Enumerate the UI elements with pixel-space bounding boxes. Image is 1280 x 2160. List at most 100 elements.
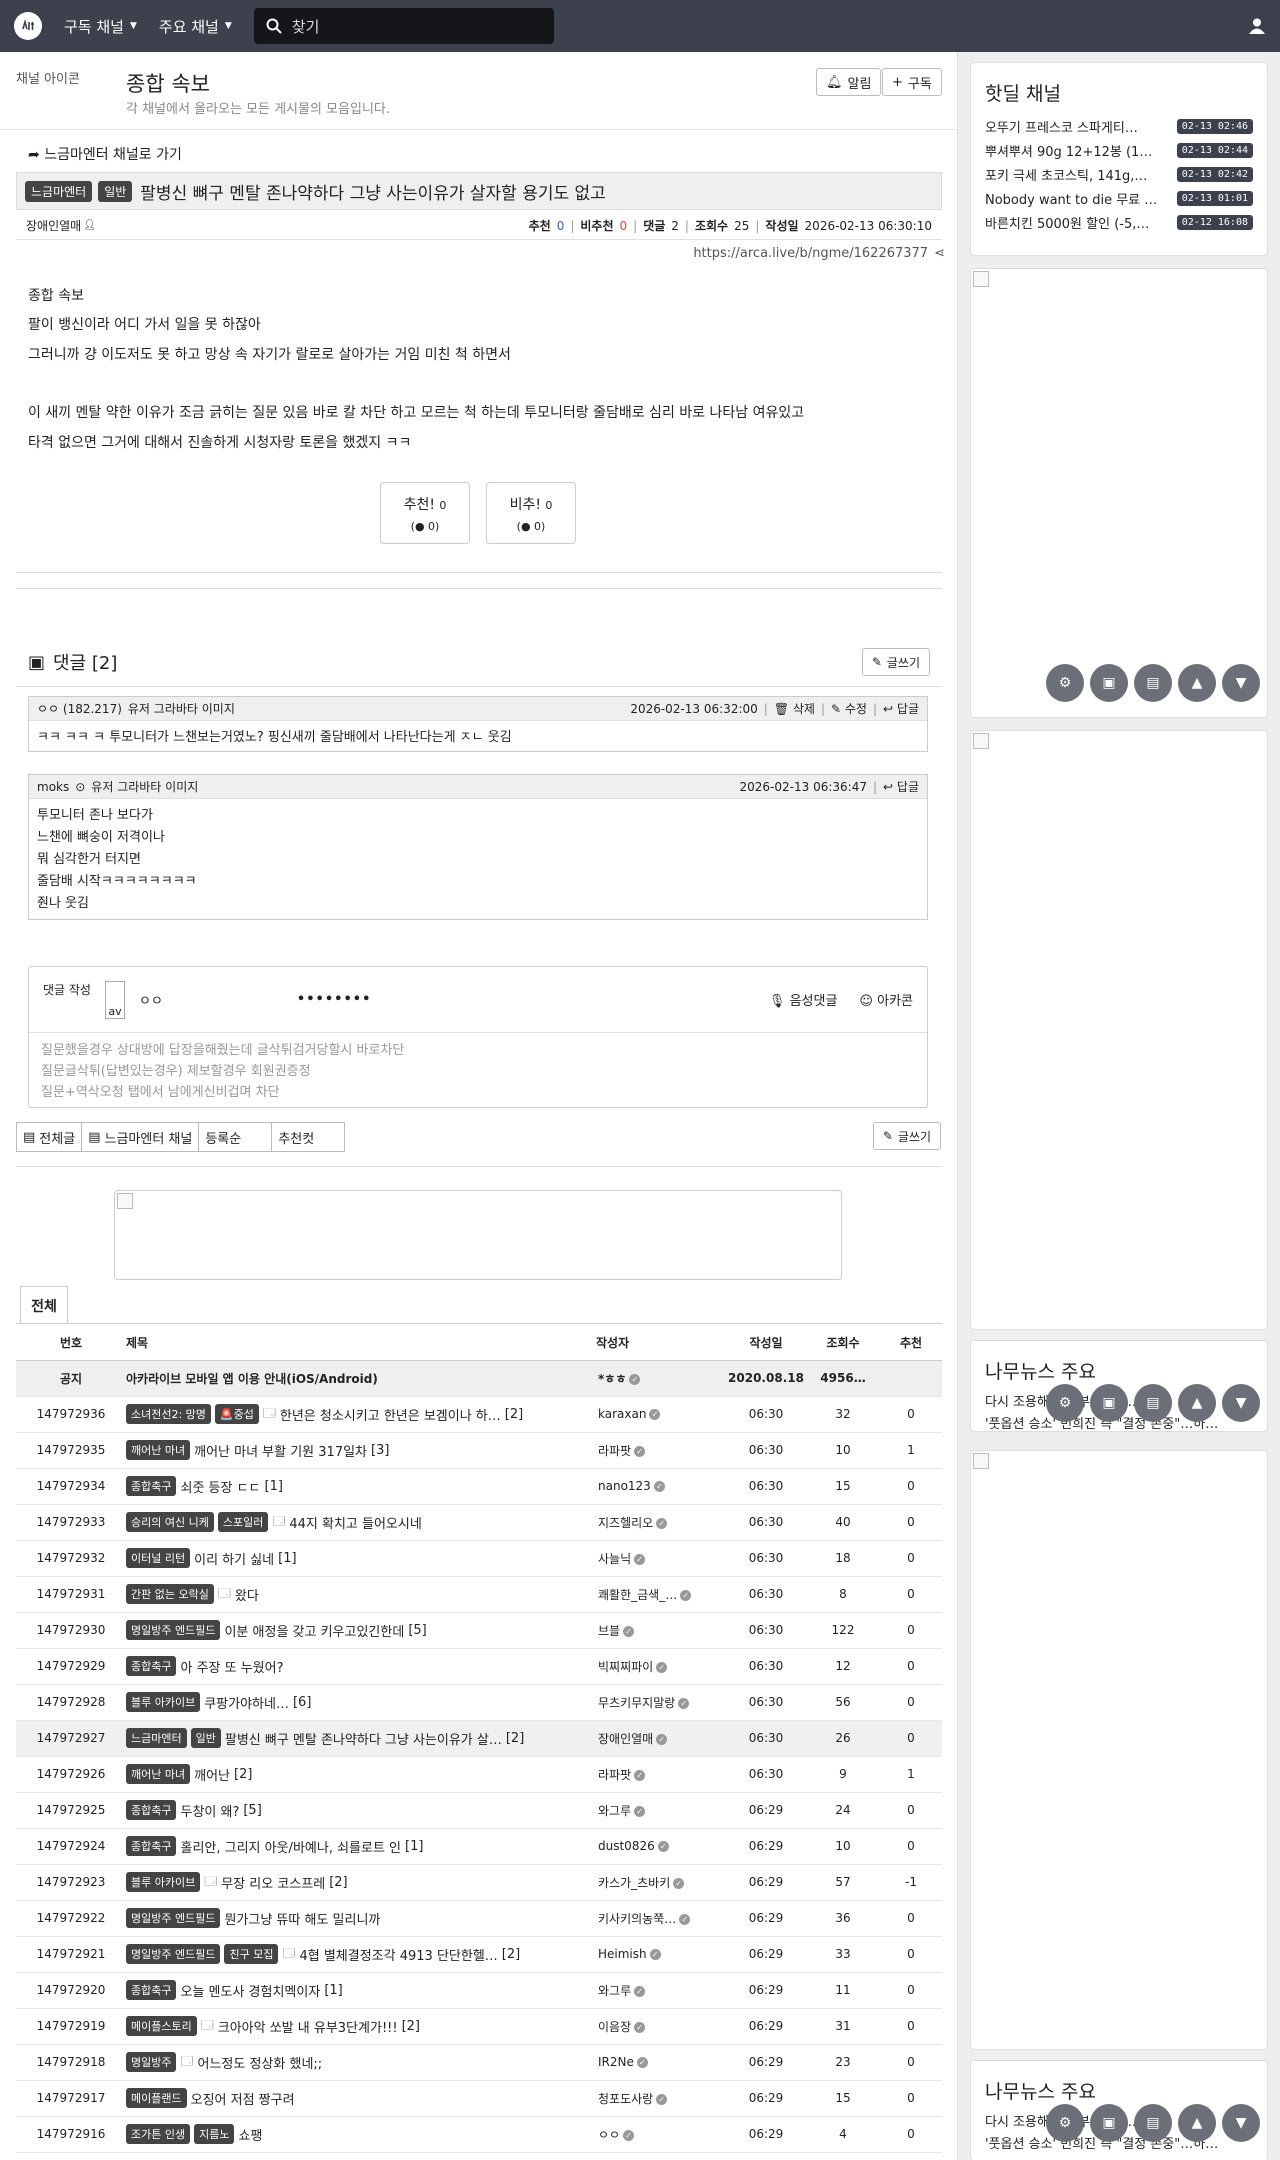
table-row[interactable]: 147972915두근두근타운정보 / 팁26.02.13 형광석 4번, 참나… [16, 2152, 942, 2160]
hotdeal-item[interactable]: Nobody want to die 무료 … 02-13 01:01 [971, 186, 1267, 210]
row-author[interactable]: 라파팟 ✓ [596, 1756, 726, 1793]
table-row[interactable]: 147972923 블루 아카이브 🗔︎ 무장 리오 코스프레 [2] 카스가_츠바키 ✓ 0… [16, 1864, 942, 1901]
row-category-tag[interactable]: 종합축구 [126, 1980, 177, 2000]
settings-button[interactable]: ⚙ [1046, 664, 1084, 702]
row-title-cell[interactable]: 종합축구 오늘 멘도사 경험치멕이자 [1] [126, 1972, 596, 2009]
list-jump-button[interactable]: ▤ [1134, 664, 1172, 702]
voice-comment-button[interactable]: 🎙︎ 음성댓글 [769, 990, 838, 1009]
row-title-cell[interactable]: 깨어난 마녀 깨어난 마녀 부활 기원 317일차 [3] [126, 1432, 596, 1469]
row-author[interactable]: 장애인열매 ✓ [596, 1720, 726, 1757]
row-author[interactable]: 지즈헬리오 ✓ [596, 1504, 726, 1541]
table-row[interactable]: 147972934 종합축구 쇠줏 등장 ㄷㄷ [1] nano123 ✓ 06:30 15 0 [16, 1468, 942, 1505]
row-author[interactable]: karaxan ✓ [596, 1396, 726, 1433]
list-jump-button[interactable]: ▤ [1134, 1384, 1172, 1422]
row-title-cell[interactable]: 종합축구 아 주장 또 누웠어? [126, 1648, 596, 1685]
table-row[interactable]: 147972926 깨어난 마녀 깨어난 [2] 라파팟 ✓ 06:30 9 1 [16, 1756, 942, 1793]
row-author[interactable]: dust0826 ✓ [596, 1828, 726, 1865]
table-row[interactable]: 147972916 조가튼 인생 지름노 쇼팽 ㅇㅇ ✓ 06:29 4 0 [16, 2116, 942, 2153]
table-row[interactable]: 147972917 메이플랜드 오징어 저점 짱구려 청포도사랑 ✓ 06:29 15 0 [16, 2080, 942, 2117]
row-category-tag[interactable]: 메이플랜드 [126, 2088, 187, 2108]
share-icon[interactable]: ⋖ [934, 246, 945, 261]
row-author[interactable]: ㅇㅇ ✓ [596, 2116, 726, 2153]
site-logo[interactable] [14, 12, 42, 40]
main-channels-dropdown[interactable]: 주요 채널 ▼ [159, 16, 232, 37]
row-author[interactable]: 라파팟 ✓ [596, 1432, 726, 1469]
comments-jump-button[interactable]: ▣ [1090, 1384, 1128, 1422]
search-input[interactable]: 찾기 [253, 8, 554, 44]
scroll-up-button[interactable]: ▲ [1178, 664, 1216, 702]
row-author[interactable]: 쾌활한_금색_… ✓ [596, 1576, 726, 1613]
row-category-tag[interactable]: 지름노 [194, 2124, 235, 2144]
category-tag[interactable]: 일반 [98, 180, 133, 202]
row-title-cell[interactable]: 종합축구 홀리안, 그리지 아웃/바예나, 쇠를로트 인 [1] [126, 1828, 596, 1865]
article-url[interactable]: https://arca.live/b/ngme/162267377 ⋖ [693, 246, 945, 261]
ad-banner[interactable] [114, 1190, 842, 1280]
subscribe-button[interactable]: + 구독 [882, 68, 942, 96]
hotdeal-item[interactable]: 뿌셔뿌셔 90g 12+12봉 (1… 02-13 02:44 [971, 138, 1267, 162]
comment-edit-button[interactable]: ✎ 수정 [831, 700, 867, 717]
row-title-cell[interactable]: 명일방주 🗔︎ 어느정도 정상화 했네;; [126, 2044, 596, 2081]
row-title-cell[interactable]: 종합축구 두창이 왜? [5] [126, 1792, 596, 1829]
row-category-tag[interactable]: 🚨중섭 [214, 1404, 259, 1424]
row-category-tag[interactable]: 승리의 여신 니케 [126, 1512, 214, 1532]
back-to-channel-link[interactable]: ➦ 느금마엔터 채널로 가기 [28, 144, 182, 164]
comments-jump-button[interactable]: ▣ [1090, 2104, 1128, 2142]
row-title-cell[interactable]: 두근두근타운정보 / 팁26.02.13 형광석 4번, 참나무 1번[1] [126, 2152, 596, 2160]
row-author[interactable]: 브블 ✓ [596, 1612, 726, 1649]
table-row[interactable]: 147972919 메이플스토리 🗔︎ 크아아악 쏘발 내 유부3단계가!!! [2] 이… [16, 2008, 942, 2045]
row-category-tag[interactable]: 종합축구 [126, 1800, 177, 1820]
arcacon-button[interactable]: ☺ 아카콘 [859, 990, 913, 1009]
best-cut-button[interactable]: 추천컷 [271, 1122, 346, 1152]
row-author[interactable]: 빅찌찌파이 ✓ [596, 1648, 726, 1685]
comment-reply-button[interactable]: ↩ 답글 [883, 700, 919, 717]
comment-author[interactable]: ㅇㅇ (182.217) [37, 700, 122, 717]
hotdeal-item[interactable]: 포키 극세 초코스틱, 141g,… 02-13 02:42 [971, 162, 1267, 186]
post-write-button[interactable]: ✎ 글쓰기 [872, 1122, 941, 1150]
order-button[interactable]: 등록순 [198, 1122, 273, 1152]
channel-tag[interactable]: 느금마엔터 [25, 180, 93, 202]
row-title-cell[interactable]: 승리의 여신 니케 스포일러 🗔︎ 44지 확치고 들어오시네 [126, 1504, 596, 1541]
table-row[interactable]: 147972932 이터널 리턴 이리 하기 싫네 [1] 사늘닉 ✓ 06:30 18 0 [16, 1540, 942, 1577]
table-row[interactable]: 147972925 종합축구 두창이 왜? [5] 와그루 ✓ 06:29 24 0 [16, 1792, 942, 1829]
row-category-tag[interactable]: 명일방주 엔드필드 [126, 1908, 221, 1928]
comment-write-button[interactable]: ✎ 글쓰기 [861, 648, 930, 676]
comment-reply-button[interactable]: ↩ 답글 [883, 778, 919, 795]
all-posts-button[interactable]: ▤ 전체글 [16, 1122, 83, 1152]
row-category-tag[interactable]: 일반 [190, 1728, 221, 1748]
table-row[interactable]: 147972924 종합축구 홀리안, 그리지 아웃/바예나, 쇠를로트 인 [1] d… [16, 1828, 942, 1865]
sidebar-ad[interactable] [970, 1450, 1268, 2050]
row-title-cell[interactable]: 메이플랜드 오징어 저점 짱구려 [126, 2080, 596, 2117]
row-author[interactable]: 키사키의농쭉… ✓ [596, 1900, 726, 1937]
comment-password-input[interactable]: •••••••• [297, 992, 371, 1007]
sidebar-ad[interactable] [970, 730, 1268, 1330]
row-category-tag[interactable]: 명일방주 [126, 2052, 177, 2072]
table-row[interactable]: 147972918 명일방주 🗔︎ 어느정도 정상화 했네;; IR2Ne ✓ 06:29 2… [16, 2044, 942, 2081]
row-title-cell[interactable]: 소녀전선2: 망명 🚨중섭 🗔︎ 한년은 청소시키고 한년은 보겜이나 하… [2] [126, 1396, 596, 1433]
row-author[interactable]: 카스가_츠바키 ✓ [596, 1864, 726, 1901]
row-title-cell[interactable]: 블루 아카이브 🗔︎ 무장 리오 코스프레 [2] [126, 1864, 596, 1901]
table-row[interactable]: 147972935 깨어난 마녀 깨어난 마녀 부활 기원 317일차 [3] 라파팟 ✓… [16, 1432, 942, 1469]
user-icon[interactable] [1248, 17, 1266, 35]
table-row[interactable]: 147972920 종합축구 오늘 멘도사 경험치멕이자 [1] 와그루 ✓ 06:29 11… [16, 1972, 942, 2009]
row-author[interactable]: 와그루 ✓ [596, 1972, 726, 2009]
table-row[interactable]: 147972927 느금마엔터 일반 팔병신 뼈구 멘탈 존나약하다 그냥 사는이유가… [16, 1720, 942, 1757]
settings-button[interactable]: ⚙ [1046, 2104, 1084, 2142]
table-row[interactable]: 147972921 명일방주 엔드필드 친구 모집 🗔︎ 4협 별체결정조각 4913 … [16, 1936, 942, 1973]
row-category-tag[interactable]: 스포일러 [217, 1512, 269, 1532]
row-author[interactable]: IR2Ne ✓ [596, 2044, 726, 2081]
row-category-tag[interactable]: 종합축구 [126, 1836, 177, 1856]
row-author[interactable]: Heimish ✓ [596, 1936, 726, 1973]
row-author[interactable]: 무츠키무지말랑 ✓ [596, 1684, 726, 1721]
row-title[interactable]: 아카라이브 모바일 앱 이용 안내(iOS/Android) [126, 1360, 596, 1397]
channel-posts-button[interactable]: ▤ 느금마엔터 채널 [81, 1122, 200, 1152]
row-title-cell[interactable]: 명일방주 엔드필드 친구 모집 🗔︎ 4협 별체결정조각 4913 단단한헬… [2] [126, 1936, 596, 1973]
table-row[interactable]: 147972930 명일방주 엔드필드 이분 애정을 갖고 키우고있긴한데 [5] 브블… [16, 1612, 942, 1649]
scroll-up-button[interactable]: ▲ [1178, 2104, 1216, 2142]
vote-down-button[interactable]: 비추! 0 (● 0) [486, 482, 576, 544]
row-category-tag[interactable]: 소녀전선2: 망명 [126, 1404, 211, 1424]
row-author[interactable]: 와그루 ✓ [596, 1792, 726, 1829]
hotdeal-item[interactable]: 오뚜기 프레스코 스파게티… 02-13 02:46 [971, 114, 1267, 138]
comment-name-input[interactable]: ㅇㅇ [139, 990, 163, 1009]
table-row[interactable]: 147972929 종합축구 아 주장 또 누웠어? 빅찌찌파이 ✓ 06:30 12 0 [16, 1648, 942, 1685]
hotdeal-item[interactable]: 바른치킨 5000원 할인 (-5,… 02-12 16:08 [971, 210, 1267, 234]
